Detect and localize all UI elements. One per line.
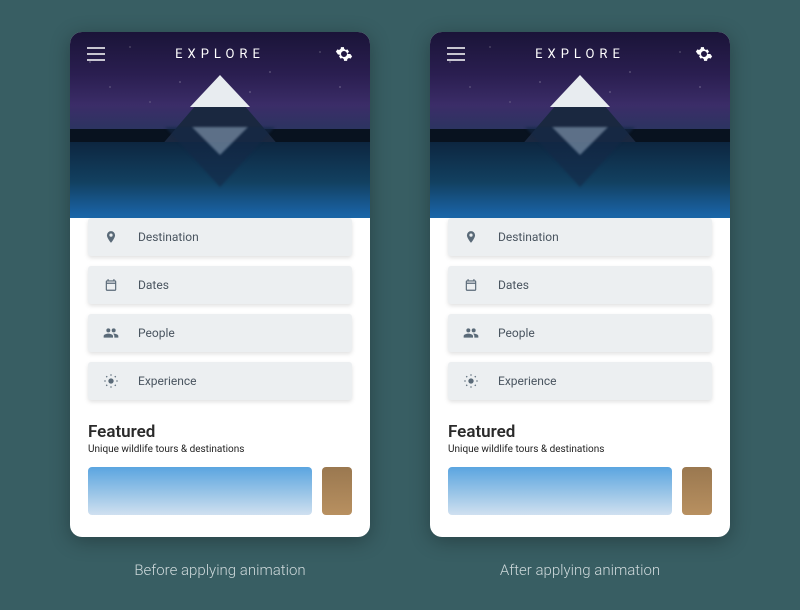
filter-destination[interactable]: Destination [448,218,712,256]
hero-image: EXPLORE [70,32,370,242]
filter-people[interactable]: People [88,314,352,352]
caption-after: After applying animation [500,561,660,579]
sun-icon [462,372,480,390]
people-icon [462,324,480,342]
sun-icon [102,372,120,390]
featured-card[interactable] [448,467,672,515]
page-title: EXPLORE [175,47,265,62]
pin-icon [462,228,480,246]
filter-label: Experience [498,374,557,388]
filter-label: People [498,326,535,340]
people-icon [102,324,120,342]
settings-icon[interactable] [692,42,716,66]
filter-label: Destination [498,230,559,244]
filter-label: Dates [498,278,529,292]
settings-icon[interactable] [332,42,356,66]
phone-after: EXPLORE Destination [430,32,730,537]
featured-subtitle: Unique wildlife tours & destinations [448,444,712,455]
filter-label: Experience [138,374,197,388]
filter-dates[interactable]: Dates [88,266,352,304]
filter-label: People [138,326,175,340]
page-title: EXPLORE [535,47,625,62]
filter-experience[interactable]: Experience [88,362,352,400]
pin-icon [102,228,120,246]
hero-image: EXPLORE [430,32,730,242]
featured-card[interactable] [682,467,712,515]
menu-icon[interactable] [84,42,108,66]
filter-label: Destination [138,230,199,244]
filter-experience[interactable]: Experience [448,362,712,400]
filter-dates[interactable]: Dates [448,266,712,304]
featured-heading: Featured [88,422,352,442]
phone-before: EXPLORE Destination [70,32,370,537]
filter-destination[interactable]: Destination [88,218,352,256]
featured-subtitle: Unique wildlife tours & destinations [88,444,352,455]
menu-icon[interactable] [444,42,468,66]
filter-label: Dates [138,278,169,292]
calendar-icon [462,276,480,294]
calendar-icon [102,276,120,294]
caption-before: Before applying animation [134,561,305,579]
featured-card[interactable] [322,467,352,515]
featured-card[interactable] [88,467,312,515]
featured-heading: Featured [448,422,712,442]
filter-people[interactable]: People [448,314,712,352]
